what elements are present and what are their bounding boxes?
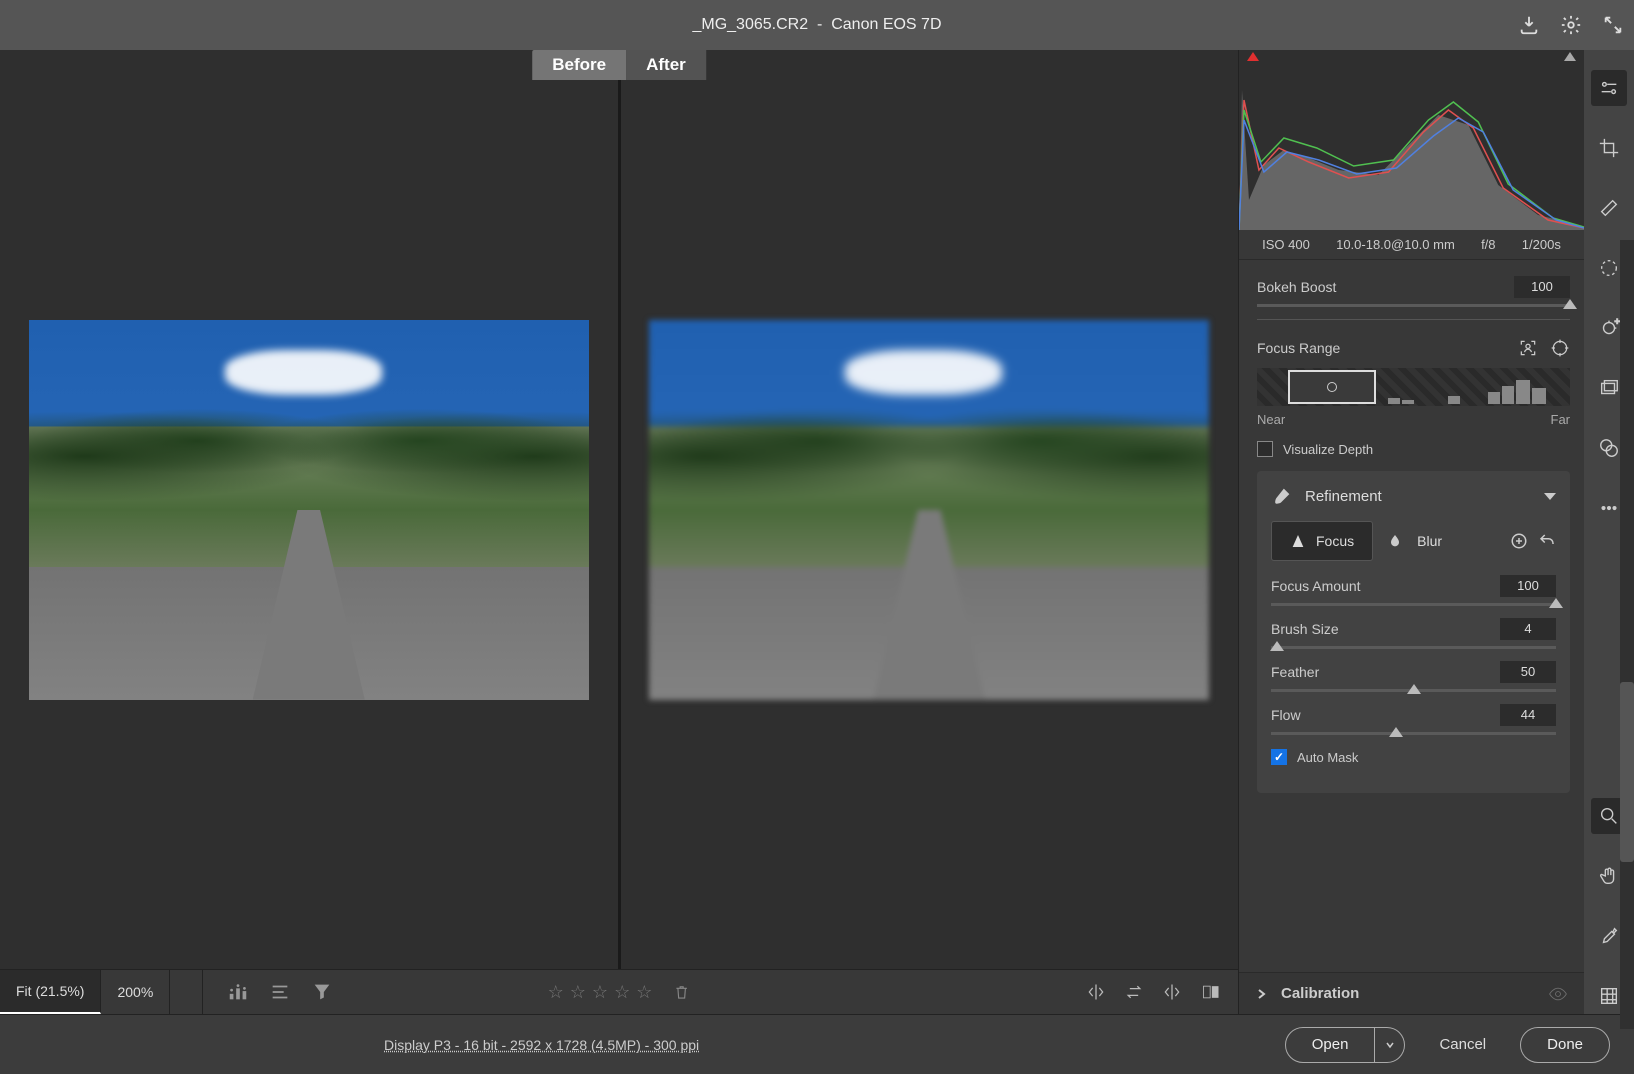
canvas-after[interactable]: [618, 50, 1239, 969]
star-3[interactable]: ☆: [592, 982, 608, 1003]
feather-label: Feather: [1271, 664, 1319, 680]
footer-tools: Fit (21.5%) 200% ☆ ☆ ☆ ☆ ☆: [0, 969, 1238, 1014]
adjustments-panel: ISO 400 10.0-18.0@10.0 mm f/8 1/200s Bok…: [1238, 50, 1584, 1014]
titlebar: _MG_3065.CR2 - Canon EOS 7D: [0, 0, 1634, 50]
swap-icon[interactable]: [1124, 982, 1144, 1002]
brush-size-value[interactable]: 4: [1500, 618, 1556, 640]
visibility-icon[interactable]: [1548, 984, 1568, 1004]
shadow-clip-icon[interactable]: [1247, 52, 1259, 61]
trash-icon[interactable]: [672, 983, 690, 1001]
cancel-button[interactable]: Cancel: [1421, 1036, 1504, 1053]
done-button[interactable]: Done: [1520, 1027, 1610, 1063]
auto-mask-checkbox[interactable]: [1271, 749, 1287, 765]
blur-tool-label[interactable]: Blur: [1417, 533, 1442, 549]
focus-range-window[interactable]: [1288, 370, 1376, 404]
star-4[interactable]: ☆: [614, 982, 630, 1003]
bokeh-boost-value[interactable]: 100: [1514, 276, 1570, 298]
auto-mask-label: Auto Mask: [1297, 750, 1358, 765]
zoom-200[interactable]: 200%: [101, 970, 170, 1014]
compare-mode-icon[interactable]: [1200, 982, 1222, 1002]
focus-tool-button[interactable]: Focus: [1271, 521, 1373, 561]
focus-amount-slider[interactable]: [1271, 603, 1556, 606]
image-before: [29, 320, 589, 700]
crop-tool[interactable]: [1591, 130, 1627, 166]
flow-slider[interactable]: [1271, 732, 1556, 735]
calibration-section[interactable]: Calibration: [1239, 972, 1584, 1014]
tab-before[interactable]: Before: [532, 50, 626, 80]
filter-icon[interactable]: [311, 981, 333, 1003]
focus-amount-label: Focus Amount: [1271, 578, 1361, 594]
bottom-bar: Display P3 - 16 bit - 2592 x 1728 (4.5MP…: [0, 1014, 1634, 1074]
brush-size-slider[interactable]: [1271, 646, 1556, 649]
canvas-before[interactable]: [0, 50, 618, 969]
auto-mask-row[interactable]: Auto Mask: [1271, 749, 1556, 765]
display-info[interactable]: Display P3 - 16 bit - 2592 x 1728 (4.5MP…: [384, 1037, 699, 1053]
add-icon[interactable]: [1510, 532, 1528, 550]
histogram-toggle-icon[interactable]: [227, 981, 249, 1003]
refinement-collapse[interactable]: [1544, 493, 1556, 500]
visualize-depth-row[interactable]: Visualize Depth: [1257, 441, 1570, 457]
focus-amount-value[interactable]: 100: [1500, 575, 1556, 597]
star-1[interactable]: ☆: [548, 982, 564, 1003]
calibration-label: Calibration: [1281, 985, 1359, 1002]
focus-tool-label: Focus: [1316, 533, 1354, 549]
heal-tool[interactable]: [1591, 190, 1627, 226]
panel-scrollbar[interactable]: [1620, 240, 1634, 1014]
histogram-curves: [1239, 70, 1584, 230]
exif-row: ISO 400 10.0-18.0@10.0 mm f/8 1/200s: [1239, 230, 1584, 260]
open-dropdown[interactable]: [1375, 1027, 1405, 1063]
rating-stars: ☆ ☆ ☆ ☆ ☆: [548, 982, 691, 1003]
brush-size-label: Brush Size: [1271, 621, 1339, 637]
tab-after[interactable]: After: [626, 50, 706, 80]
refinement-title: Refinement: [1305, 488, 1532, 505]
import-icon[interactable]: [1518, 14, 1540, 36]
list-view-icon[interactable]: [269, 981, 291, 1003]
histogram[interactable]: [1239, 50, 1584, 230]
focus-tool-icon: [1290, 533, 1306, 549]
brush-icon: [1271, 485, 1293, 507]
blur-tool-icon: [1387, 533, 1403, 549]
exif-aperture: f/8: [1481, 237, 1495, 252]
exif-shutter: 1/200s: [1522, 237, 1561, 252]
title-text: _MG_3065.CR2 - Canon EOS 7D: [692, 16, 941, 34]
visualize-depth-label: Visualize Depth: [1283, 442, 1373, 457]
feather-slider[interactable]: [1271, 689, 1556, 692]
title-filename: _MG_3065.CR2: [692, 16, 808, 33]
exif-lens: 10.0-18.0@10.0 mm: [1336, 237, 1455, 252]
compare-split-icon[interactable]: [1086, 982, 1106, 1002]
feather-value[interactable]: 50: [1500, 661, 1556, 683]
subject-detect-icon[interactable]: [1518, 338, 1538, 358]
depth-histogram: [1388, 378, 1548, 404]
near-label: Near: [1257, 412, 1285, 427]
title-camera: Canon EOS 7D: [831, 16, 941, 33]
visualize-depth-checkbox[interactable]: [1257, 441, 1273, 457]
open-button[interactable]: Open: [1285, 1027, 1376, 1063]
bokeh-boost-slider[interactable]: [1257, 304, 1570, 307]
fullscreen-icon[interactable]: [1602, 14, 1624, 36]
star-5[interactable]: ☆: [636, 982, 652, 1003]
flow-label: Flow: [1271, 707, 1301, 723]
bokeh-boost-label: Bokeh Boost: [1257, 279, 1336, 295]
canvas-area: Before After Fit (21.5%) 200% ☆: [0, 50, 1238, 1014]
exif-iso: ISO 400: [1262, 237, 1310, 252]
edit-tool[interactable]: [1591, 70, 1627, 106]
target-icon[interactable]: [1550, 338, 1570, 358]
focus-range-label: Focus Range: [1257, 340, 1340, 356]
gear-icon[interactable]: [1560, 14, 1582, 36]
flow-value[interactable]: 44: [1500, 704, 1556, 726]
compare-single-icon[interactable]: [1162, 982, 1182, 1002]
refinement-panel: Refinement Focus Blur Focus Amount 100: [1257, 471, 1570, 793]
undo-icon[interactable]: [1538, 532, 1556, 550]
chevron-right-icon: [1255, 988, 1267, 1000]
zoom-fit[interactable]: Fit (21.5%): [0, 970, 101, 1014]
star-2[interactable]: ☆: [570, 982, 586, 1003]
focus-range-bar[interactable]: [1257, 368, 1570, 406]
far-label: Far: [1551, 412, 1571, 427]
image-after: [649, 320, 1209, 700]
zoom-menu[interactable]: [170, 970, 203, 1014]
highlight-clip-icon[interactable]: [1564, 52, 1576, 61]
